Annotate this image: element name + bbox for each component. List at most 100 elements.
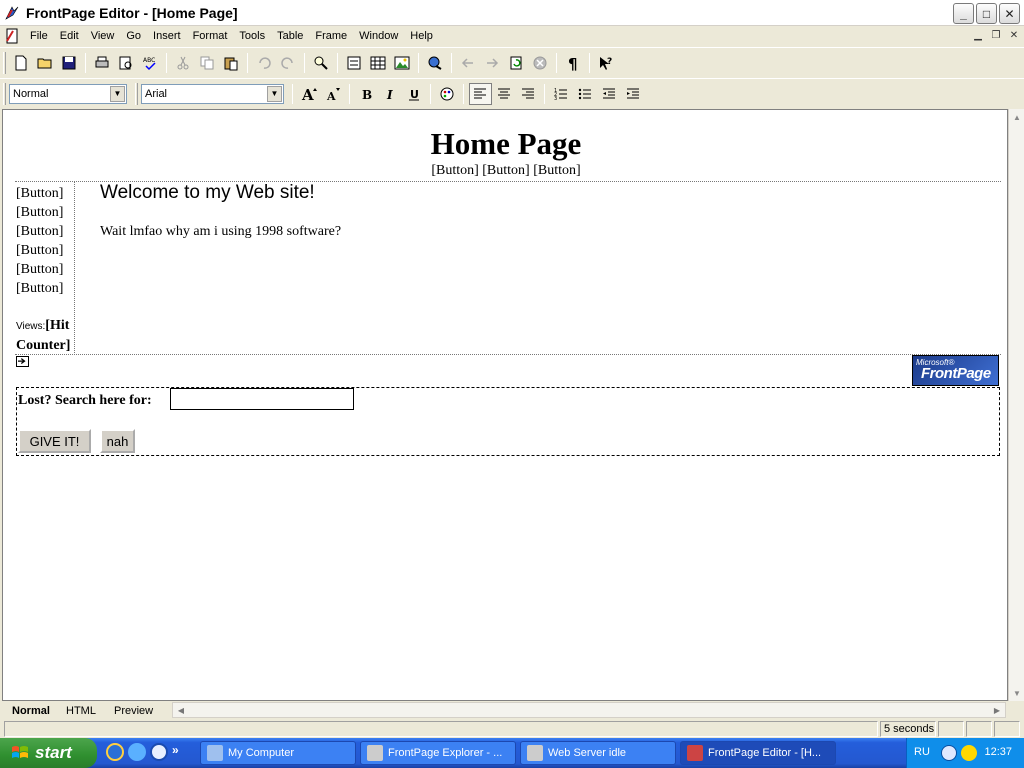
scroll-left-icon[interactable]: ◀ [173, 703, 189, 717]
menu-window[interactable]: Window [353, 26, 404, 46]
bulleted-list-button[interactable] [574, 83, 597, 105]
help-button[interactable]: ? [595, 52, 618, 74]
toolbar-grip[interactable] [135, 82, 138, 105]
menu-file[interactable]: File [24, 26, 54, 46]
italic-button[interactable]: I [379, 83, 402, 105]
media-player-icon[interactable] [150, 743, 168, 761]
hit-counter: Views:[Hit Counter] [16, 316, 70, 355]
chevron-right-icon[interactable]: » [172, 743, 179, 761]
copy-button[interactable] [196, 52, 219, 74]
style-select[interactable]: Normal ▼ [9, 83, 127, 104]
print-preview-button[interactable] [115, 52, 138, 74]
scroll-up-icon[interactable]: ▲ [1009, 109, 1024, 125]
menu-format[interactable]: Format [187, 26, 234, 46]
search-input[interactable] [170, 388, 354, 410]
new-page-button[interactable] [10, 52, 33, 74]
spelling-button[interactable]: ABC [139, 52, 162, 74]
taskbar-item-frontpage-editor[interactable]: FrontPage Editor - [H... [680, 741, 836, 765]
menu-view[interactable]: View [85, 26, 121, 46]
refresh-button[interactable] [505, 52, 528, 74]
clock[interactable]: 12:37 [984, 746, 1012, 758]
show-marks-button[interactable]: ¶ [562, 52, 585, 74]
hit-counter-placeholder[interactable]: [Hit [45, 318, 69, 333]
underline-button[interactable]: U [403, 83, 426, 105]
decrease-font-button[interactable]: A [322, 83, 345, 105]
forward-button[interactable] [481, 52, 504, 74]
back-button[interactable] [457, 52, 480, 74]
chevron-down-icon[interactable]: ▼ [110, 85, 125, 102]
menu-tools[interactable]: Tools [233, 26, 271, 46]
align-left-button[interactable] [468, 82, 492, 105]
scroll-right-icon[interactable]: ▶ [989, 703, 1005, 717]
toolbar-grip[interactable] [3, 51, 6, 74]
redo-button[interactable] [277, 52, 300, 74]
tray-expand-icon[interactable] [941, 745, 957, 761]
increase-font-button[interactable]: A [298, 83, 321, 105]
doc-minimize-icon[interactable]: ▁ [970, 28, 986, 42]
insert-form-field-button[interactable] [343, 52, 366, 74]
hit-counter-placeholder-cont[interactable]: Counter] [16, 336, 70, 355]
tab-html[interactable]: HTML [58, 703, 104, 719]
close-button[interactable]: ✕ [999, 3, 1020, 24]
frontpage-app-icon[interactable] [4, 5, 20, 21]
menu-help[interactable]: Help [404, 26, 439, 46]
scroll-down-icon[interactable]: ▼ [1009, 685, 1024, 701]
top-navigation-bar[interactable]: [Button] [Button] [Button] [3, 163, 1007, 179]
save-button[interactable] [58, 52, 81, 74]
tab-preview[interactable]: Preview [106, 703, 161, 719]
doc-close-icon[interactable]: ✕ [1006, 28, 1022, 42]
font-select[interactable]: Arial ▼ [141, 83, 284, 104]
maximize-button[interactable]: □ [976, 3, 997, 24]
hyperlink-button[interactable] [424, 52, 447, 74]
toolbar-grip[interactable] [3, 82, 6, 105]
submit-button[interactable]: GIVE IT! [18, 429, 91, 453]
undo-button[interactable] [253, 52, 276, 74]
nav-button[interactable]: [Button] [16, 260, 63, 279]
nav-button[interactable]: [Button] [16, 241, 63, 260]
menu-edit[interactable]: Edit [54, 26, 85, 46]
menu-go[interactable]: Go [120, 26, 147, 46]
menu-table[interactable]: Table [271, 26, 309, 46]
stop-button[interactable] [529, 52, 552, 74]
align-center-button[interactable] [493, 83, 516, 105]
numbered-list-button[interactable]: 123 [550, 83, 573, 105]
horizontal-scrollbar[interactable]: ◀ ▶ [172, 702, 1006, 718]
paste-button[interactable] [220, 52, 243, 74]
menu-insert[interactable]: Insert [147, 26, 187, 46]
doc-restore-icon[interactable]: ❐ [988, 28, 1004, 42]
document-icon[interactable] [4, 28, 20, 44]
nav-button[interactable]: [Button] [16, 184, 63, 203]
webbot-icon [314, 56, 328, 70]
tray-app-icon[interactable] [961, 745, 977, 761]
open-button[interactable] [34, 52, 57, 74]
bold-button[interactable]: B [355, 83, 378, 105]
minimize-button[interactable]: _ [953, 3, 974, 24]
editor-canvas[interactable]: Home Page [Button] [Button] [Button] [Bu… [2, 109, 1008, 701]
taskbar-item-my-computer[interactable]: My Computer [200, 741, 356, 765]
taskbar-item-web-server[interactable]: Web Server idle [520, 741, 676, 765]
text-color-button[interactable] [436, 83, 459, 105]
increase-indent-button[interactable] [622, 83, 645, 105]
align-right-button[interactable] [517, 83, 540, 105]
decrease-indent-button[interactable] [598, 83, 621, 105]
internet-explorer-icon[interactable] [106, 743, 124, 761]
tab-normal[interactable]: Normal [4, 703, 58, 719]
show-desktop-icon[interactable] [128, 743, 146, 761]
menu-frame[interactable]: Frame [309, 26, 353, 46]
reset-button[interactable]: nah [100, 429, 135, 453]
nav-button[interactable]: [Button] [16, 279, 63, 298]
print-button[interactable] [91, 52, 114, 74]
nav-button[interactable]: [Button] [16, 222, 63, 241]
italic-icon: I [386, 88, 393, 102]
nav-button[interactable]: [Button] [16, 203, 63, 222]
insert-table-button[interactable] [367, 52, 390, 74]
taskbar-item-frontpage-explorer[interactable]: FrontPage Explorer - ... [360, 741, 516, 765]
start-button[interactable]: start [0, 738, 97, 768]
insert-webbot-button[interactable] [310, 52, 333, 74]
vertical-scrollbar[interactable]: ▲ ▼ [1008, 109, 1024, 701]
language-indicator[interactable]: RU [914, 746, 930, 758]
chevron-down-icon[interactable]: ▼ [267, 85, 282, 102]
insert-image-button[interactable] [391, 52, 414, 74]
include-arrow-icon[interactable] [16, 356, 29, 367]
cut-button[interactable] [172, 52, 195, 74]
